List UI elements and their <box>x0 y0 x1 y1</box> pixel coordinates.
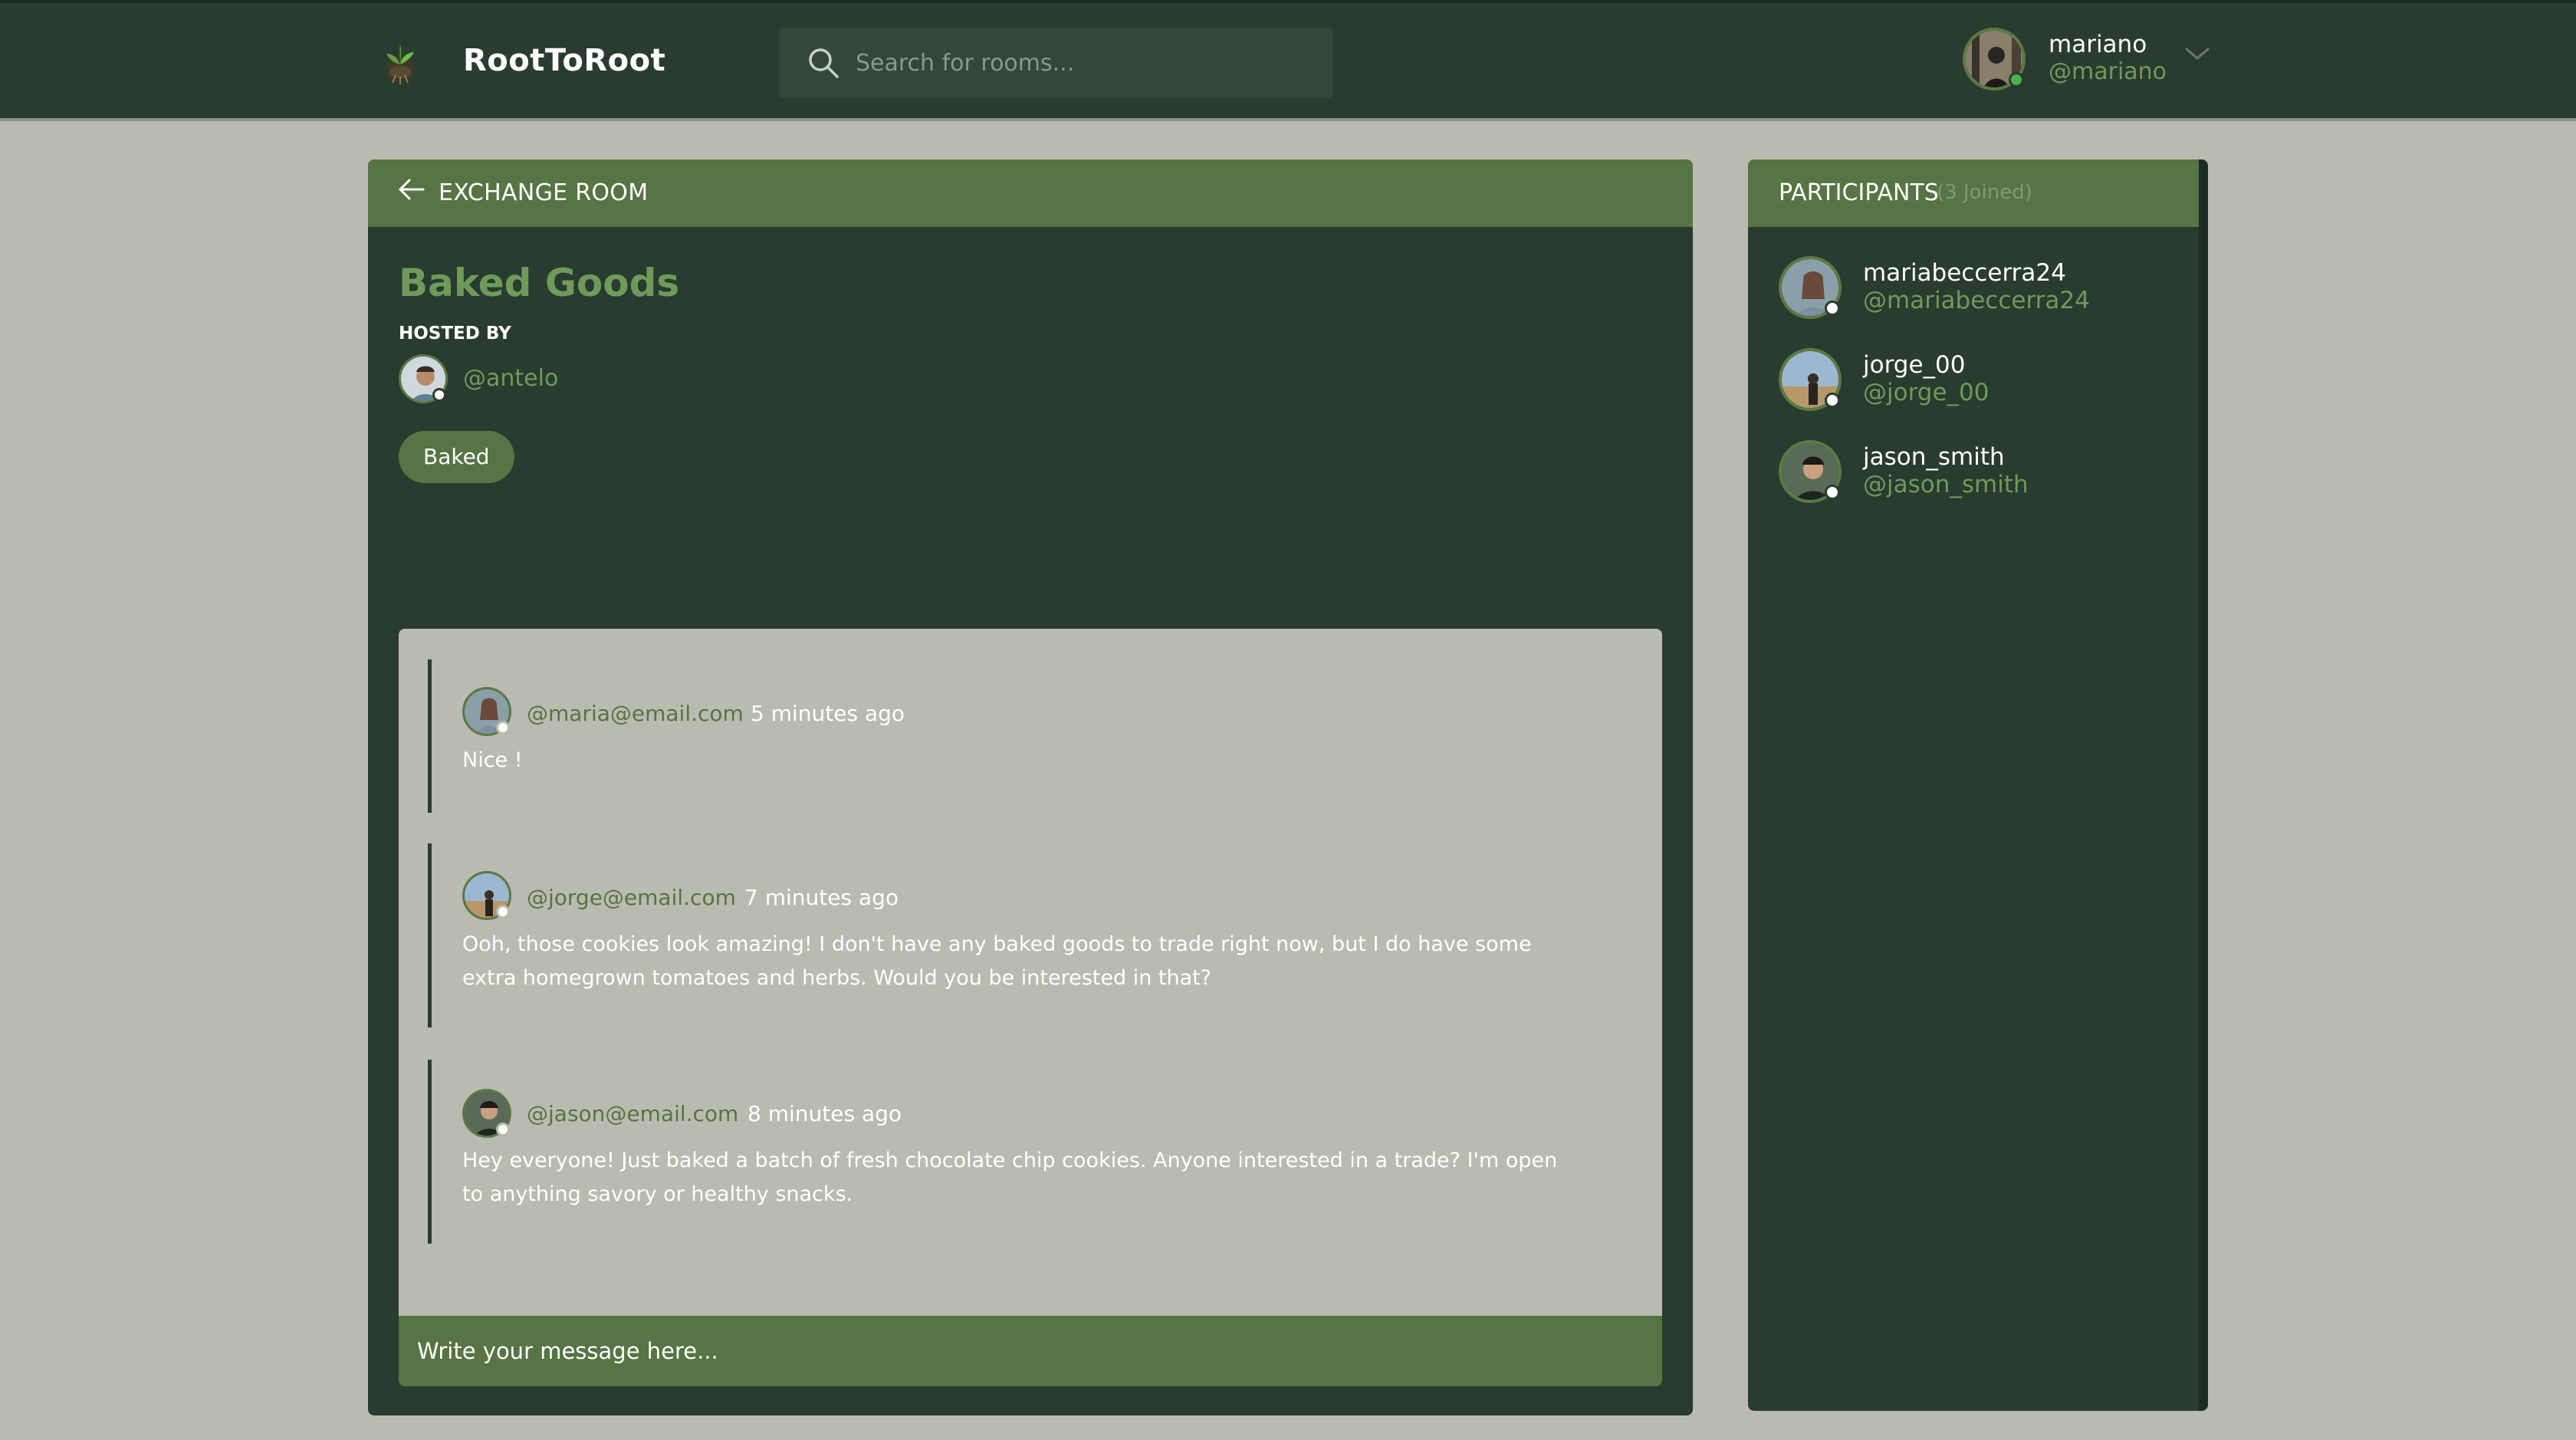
brand-name[interactable]: RootToRoot <box>463 43 665 78</box>
search-icon <box>809 48 839 78</box>
chevron-down-icon[interactable] <box>2183 44 2211 63</box>
user-name: mariano <box>2049 31 2147 58</box>
search-bar[interactable] <box>779 28 1332 98</box>
user-handle: @mariano <box>2049 58 2167 85</box>
online-status-icon <box>1825 301 1840 316</box>
message-avatar[interactable] <box>462 871 511 920</box>
online-status-icon <box>432 388 446 402</box>
message-item: @jorge@email.com 7 minutes ago Ooh, thos… <box>428 843 1624 1027</box>
participant-handle: @jorge_00 <box>1863 379 1990 406</box>
message-text: Ooh, those cookies look amazing! I don't… <box>462 932 1532 990</box>
online-status-icon <box>2009 72 2024 87</box>
message-username[interactable]: @jorge@email.com <box>527 885 736 910</box>
message-username[interactable]: @maria@email.com <box>527 701 744 726</box>
participant-handle: @jason_smith <box>1863 471 2029 498</box>
message-username[interactable]: @jason@email.com <box>527 1101 738 1126</box>
message-avatar[interactable] <box>462 1089 511 1138</box>
online-status-icon <box>1825 393 1840 408</box>
message-timestamp: 8 minutes ago <box>748 1101 902 1126</box>
message-list: @maria@email.com 5 minutes ago Nice ! @j… <box>399 629 1662 1350</box>
participant-avatar[interactable] <box>1779 256 1842 319</box>
participant-handle: @mariabeccerra24 <box>1863 287 2090 314</box>
participant-avatar[interactable] <box>1779 440 1842 503</box>
participants-panel: PARTICIPANTS (3 Joined) mariabeccerra24 … <box>1748 159 2208 1411</box>
user-avatar[interactable] <box>1963 28 2026 90</box>
section-label: EXCHANGE ROOM <box>439 179 649 206</box>
user-menu[interactable]: mariano @mariano <box>1963 26 2216 95</box>
host-handle[interactable]: @antelo <box>463 365 558 392</box>
participant-name: mariabeccerra24 <box>1863 259 2066 287</box>
participants-header: PARTICIPANTS (3 Joined) <box>1748 159 2199 227</box>
message-timestamp: 7 minutes ago <box>744 885 899 910</box>
search-input[interactable] <box>856 28 1316 98</box>
room-title: Baked Goods <box>399 261 680 305</box>
online-status-icon <box>496 1123 510 1136</box>
room-header: EXCHANGE ROOM <box>368 159 1693 227</box>
participant-item[interactable]: jason_smith @jason_smith <box>1779 440 2193 505</box>
online-status-icon <box>496 905 510 919</box>
message-composer[interactable] <box>399 1316 1662 1386</box>
online-status-icon <box>496 721 510 735</box>
participants-count: (3 Joined) <box>1937 181 2032 204</box>
online-status-icon <box>1825 485 1840 500</box>
room-panel: EXCHANGE ROOM Baked Goods HOSTED BY @ant… <box>368 159 1693 1415</box>
participant-name: jason_smith <box>1863 443 2005 471</box>
participant-name: jorge_00 <box>1863 351 1966 379</box>
participants-title: PARTICIPANTS <box>1779 179 1939 206</box>
message-text: Nice ! <box>462 748 523 772</box>
host-avatar[interactable] <box>399 354 448 403</box>
seedling-logo-icon[interactable] <box>376 38 425 87</box>
participant-avatar[interactable] <box>1779 348 1842 411</box>
room-tag[interactable]: Baked <box>399 431 514 483</box>
message-item: @jason@email.com 8 minutes ago Hey every… <box>428 1060 1624 1244</box>
message-item: @maria@email.com 5 minutes ago Nice ! <box>428 659 1624 813</box>
message-input[interactable] <box>417 1316 1644 1386</box>
message-avatar[interactable] <box>462 687 511 736</box>
hosted-by-label: HOSTED BY <box>399 324 511 344</box>
participant-item[interactable]: jorge_00 @jorge_00 <box>1779 348 2193 413</box>
message-text: Hey everyone! Just baked a batch of fres… <box>462 1149 1558 1206</box>
top-navbar: RootToRoot mariano @mariano <box>0 0 2576 121</box>
participant-item[interactable]: mariabeccerra24 @mariabeccerra24 <box>1779 256 2193 321</box>
message-timestamp: 5 minutes ago <box>751 701 905 726</box>
back-arrow-icon[interactable] <box>397 176 426 202</box>
